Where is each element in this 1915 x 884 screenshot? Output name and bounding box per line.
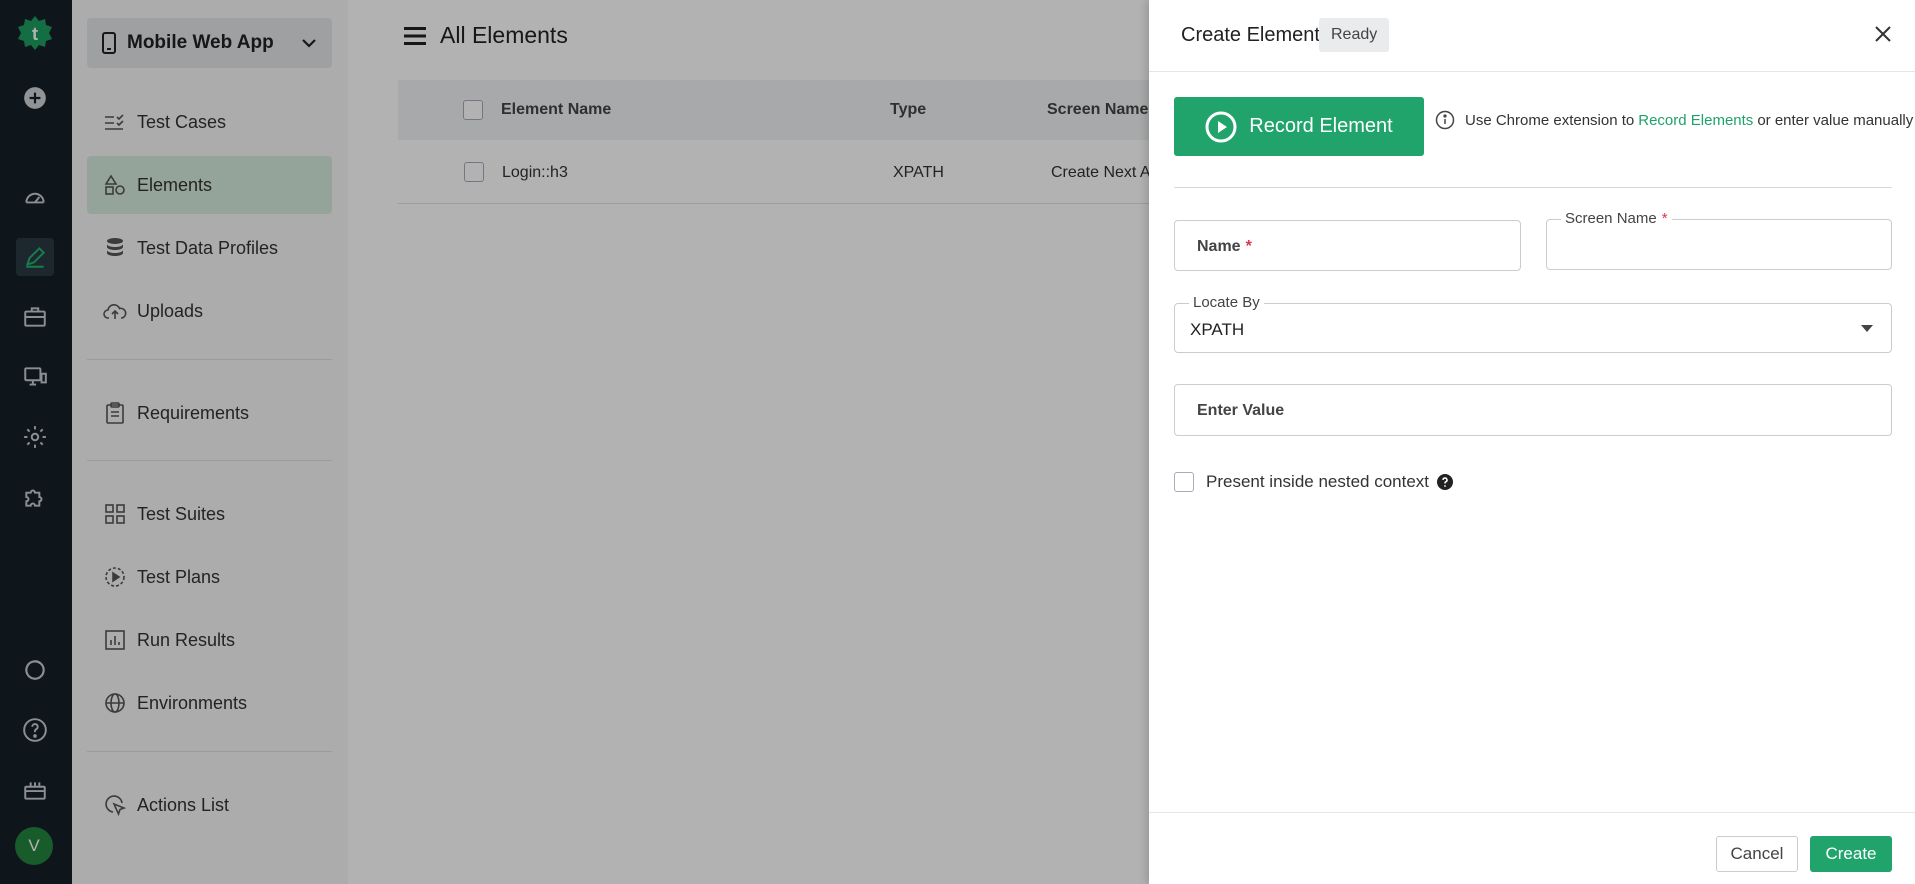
- info-icon: [1435, 110, 1455, 130]
- modal-backdrop[interactable]: [0, 0, 1149, 884]
- cancel-button[interactable]: Cancel: [1716, 836, 1798, 872]
- name-field[interactable]: Name *: [1174, 220, 1521, 271]
- name-field-placeholder: Name *: [1197, 238, 1252, 255]
- screen-name-label: Screen Name *: [1561, 210, 1672, 227]
- nested-context-label[interactable]: Present inside nested context: [1206, 472, 1429, 492]
- required-mark: *: [1661, 210, 1668, 227]
- nested-context-checkbox[interactable]: [1174, 472, 1194, 492]
- drawer-footer: Cancel Create: [1149, 812, 1915, 884]
- screen-name-field[interactable]: Screen Name *: [1546, 210, 1892, 270]
- record-element-label: Record Element: [1249, 115, 1393, 137]
- close-icon[interactable]: [1871, 22, 1895, 46]
- nested-context-row: Present inside nested context: [1174, 472, 1454, 492]
- record-element-button[interactable]: Record Element: [1174, 97, 1424, 156]
- required-mark: *: [1245, 238, 1252, 255]
- play-circle-icon: [1205, 111, 1237, 143]
- drawer-header: Create Element Ready: [1149, 0, 1915, 72]
- locate-by-select[interactable]: Locate By XPATH: [1174, 294, 1892, 353]
- hint-suffix: or enter value manually: [1757, 111, 1914, 129]
- value-input-placeholder: Enter Value: [1197, 402, 1285, 419]
- record-elements-link[interactable]: Record Elements: [1638, 112, 1753, 129]
- create-button[interactable]: Create: [1810, 836, 1892, 872]
- locate-by-value: XPATH: [1190, 320, 1245, 339]
- create-element-drawer: Create Element Ready Record Element Use …: [1149, 0, 1915, 884]
- section-divider: [1174, 187, 1892, 188]
- caret-down-icon: [1861, 325, 1873, 332]
- hint-prefix: Use Chrome extension to: [1465, 111, 1635, 129]
- drawer-title: Create Element: [1181, 24, 1320, 46]
- question-circle-icon[interactable]: [1437, 474, 1454, 490]
- value-input[interactable]: Enter Value: [1174, 384, 1892, 436]
- record-hint: Use Chrome extension to Record Elements …: [1435, 110, 1913, 130]
- status-badge: Ready: [1319, 18, 1390, 52]
- locate-by-label: Locate By: [1189, 294, 1264, 311]
